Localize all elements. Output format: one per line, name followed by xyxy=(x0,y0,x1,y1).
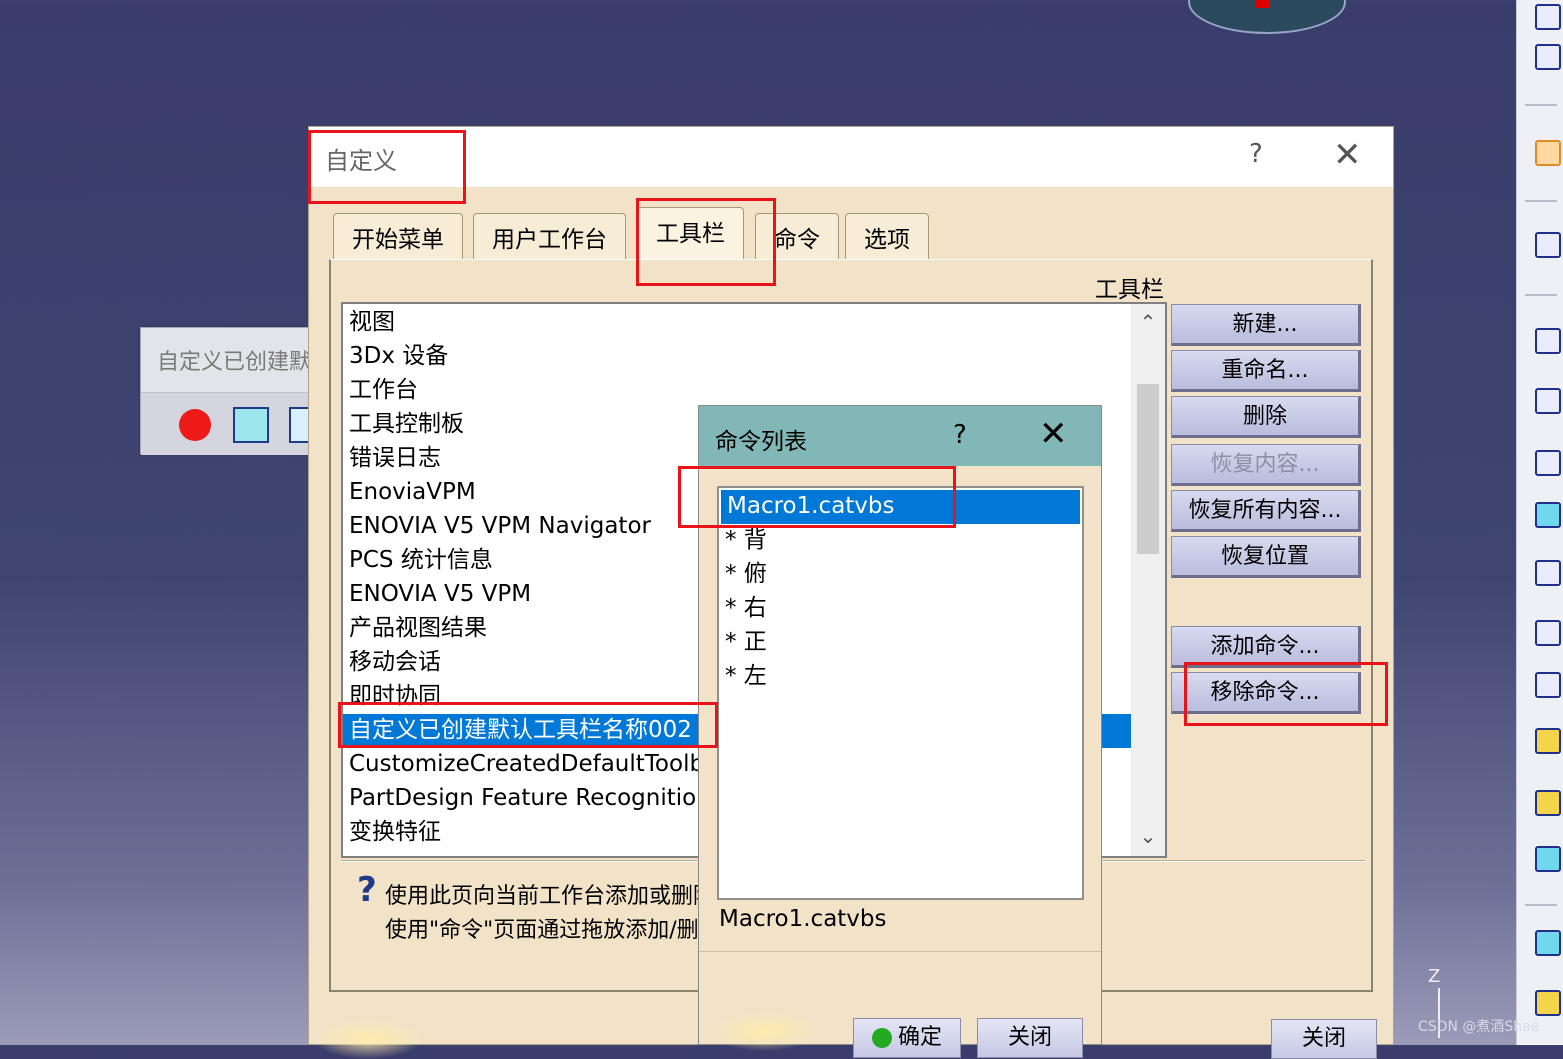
tab-start-menu[interactable]: 开始菜单 xyxy=(333,213,463,259)
list-item[interactable]: 变换特征 xyxy=(349,816,441,850)
user-toolbar-body xyxy=(141,392,313,455)
dialog-separator xyxy=(699,951,1101,952)
list-item[interactable]: 移动会话 xyxy=(349,646,441,680)
restore-position-button[interactable]: 恢复位置 xyxy=(1171,536,1361,578)
rib-icon[interactable] xyxy=(1535,620,1561,646)
list-item[interactable]: ENOVIA V5 VPM Navigator xyxy=(349,510,651,544)
list-item[interactable]: 工作台 xyxy=(349,374,418,408)
list-item[interactable]: PartDesign Feature Recognition xyxy=(349,782,711,816)
pocket-icon[interactable] xyxy=(1535,388,1561,414)
list-item[interactable]: 工具控制板 xyxy=(349,408,464,442)
close-icon[interactable]: ✕ xyxy=(1039,414,1068,454)
dialog-titlebar[interactable]: 自定义 ? ✕ xyxy=(309,127,1393,187)
tab-user-workbench[interactable]: 用户工作台 xyxy=(473,213,626,259)
glow-decoration xyxy=(709,1011,819,1051)
fillet-icon[interactable] xyxy=(1535,930,1561,956)
select-arrow-icon[interactable] xyxy=(1535,140,1561,166)
question-icon: ? xyxy=(357,870,377,910)
stiffener-icon[interactable] xyxy=(1535,728,1561,754)
remove-command-button[interactable]: 移除命令... xyxy=(1171,672,1361,714)
command-list-dialog: 命令列表 ? ✕ Macro1.catvbs * 背 * 俯 * 右 * 正 *… xyxy=(698,405,1102,1058)
close-button[interactable]: 关闭 xyxy=(977,1018,1083,1058)
user-toolbar[interactable]: 自定义已创建默认工具栏名称002 xyxy=(140,327,313,455)
list-item[interactable]: 即时协同 xyxy=(349,680,441,714)
tab-toolbars[interactable]: 工具栏 xyxy=(637,207,744,259)
chevron-down-icon[interactable]: ⌄ xyxy=(1131,824,1165,854)
list-item[interactable]: 产品视图结果 xyxy=(349,612,487,646)
toolbar-separator xyxy=(1525,104,1557,106)
list-item[interactable]: * 左 xyxy=(725,660,767,694)
user-toolbar-title: 自定义已创建默认工具栏名称002 xyxy=(157,350,313,375)
vertical-scrollbar[interactable]: ⌃ ⌄ xyxy=(1131,304,1165,856)
dialog-title: 命令列表 xyxy=(715,429,807,455)
tool-icon[interactable] xyxy=(1535,44,1561,70)
close-icon[interactable]: ✕ xyxy=(1333,135,1362,175)
axis-label: Z xyxy=(1428,966,1441,987)
toolbar-separator xyxy=(1525,200,1557,202)
tab-options[interactable]: 选项 xyxy=(845,213,929,259)
shaft-icon[interactable] xyxy=(1535,450,1561,476)
close-button[interactable]: 关闭 xyxy=(1271,1019,1377,1059)
scroll-thumb[interactable] xyxy=(1137,384,1159,554)
help-button[interactable]: ? xyxy=(953,420,967,450)
list-item[interactable]: ENOVIA V5 VPM xyxy=(349,578,531,612)
ok-green-icon xyxy=(871,1028,892,1048)
help-button[interactable]: ? xyxy=(1249,139,1263,169)
loft-icon[interactable] xyxy=(1535,790,1561,816)
hole-icon[interactable] xyxy=(1535,560,1561,586)
list-item[interactable]: * 俯 xyxy=(725,558,767,592)
remove-loft-icon[interactable] xyxy=(1535,846,1561,872)
tool-icon[interactable] xyxy=(1535,4,1561,30)
list-item[interactable]: 3Dx 设备 xyxy=(349,340,448,374)
ok-button[interactable]: 确定 xyxy=(853,1018,961,1058)
sketch-icon[interactable] xyxy=(1535,232,1561,258)
list-item[interactable]: EnoviaVPM xyxy=(349,476,476,510)
glow-decoration xyxy=(313,1019,423,1059)
compass-marker xyxy=(1256,0,1270,8)
list-item[interactable]: * 正 xyxy=(725,626,767,660)
new-toolbar-button[interactable]: 新建... xyxy=(1171,304,1361,346)
list-item[interactable]: 错误日志 xyxy=(349,442,441,476)
delete-button[interactable]: 删除 xyxy=(1171,396,1361,438)
groove-icon[interactable] xyxy=(1535,502,1561,528)
cube-view-icon[interactable] xyxy=(233,407,269,443)
pad-icon[interactable] xyxy=(1535,328,1561,354)
restore-contents-button[interactable]: 恢复内容... xyxy=(1171,444,1361,486)
rename-button[interactable]: 重命名... xyxy=(1171,350,1361,392)
tab-commands[interactable]: 命令 xyxy=(755,213,839,259)
ok-label: 确定 xyxy=(897,1025,942,1050)
record-macro-icon[interactable] xyxy=(179,409,211,441)
list-item[interactable]: * 右 xyxy=(725,592,767,626)
slot-icon[interactable] xyxy=(1535,672,1561,698)
list-item[interactable]: PCS 统计信息 xyxy=(349,544,493,578)
add-command-button[interactable]: 添加命令... xyxy=(1171,626,1361,668)
list-item-selected[interactable]: Macro1.catvbs xyxy=(721,490,1080,524)
toolbar-separator xyxy=(1525,294,1557,296)
chevron-up-icon[interactable]: ⌃ xyxy=(1131,310,1165,340)
toolbar-separator xyxy=(1525,904,1557,906)
list-item[interactable]: CustomizeCreatedDefaultToolbar xyxy=(349,748,728,782)
dialog-title: 自定义 xyxy=(325,147,397,175)
selected-command-text: Macro1.catvbs xyxy=(719,906,887,932)
chamfer-icon[interactable] xyxy=(1535,990,1561,1016)
list-item[interactable]: 视图 xyxy=(349,306,395,340)
restore-all-contents-button[interactable]: 恢复所有内容... xyxy=(1171,490,1361,532)
watermark: CSDN @煮酒Shae xyxy=(1418,1019,1540,1035)
dialog-titlebar[interactable]: 命令列表 ? ✕ xyxy=(699,406,1101,466)
list-item[interactable]: * 背 xyxy=(725,524,767,558)
command-list[interactable]: Macro1.catvbs * 背 * 俯 * 右 * 正 * 左 xyxy=(717,486,1084,900)
right-toolbar xyxy=(1516,0,1563,1045)
toolbar-list-label: 工具栏 xyxy=(1095,277,1164,303)
